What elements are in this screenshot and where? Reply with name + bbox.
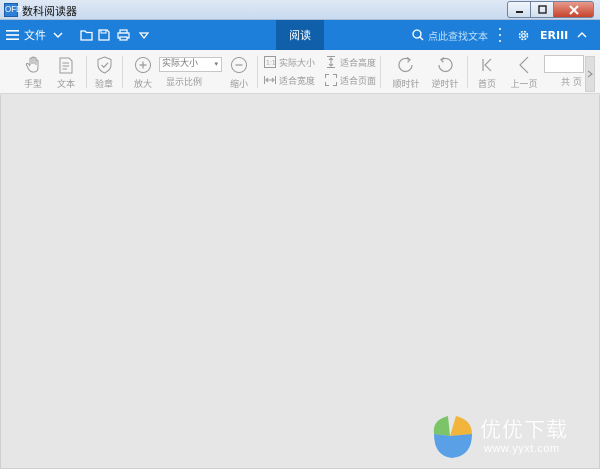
window-controls xyxy=(507,1,594,18)
search-icon xyxy=(412,29,424,41)
zoom-out-label: 缩小 xyxy=(229,80,248,90)
close-button[interactable] xyxy=(554,1,594,18)
file-menu-button[interactable]: 文件 xyxy=(6,20,63,50)
zoom-ratio-label: 显示比例 xyxy=(166,78,203,88)
minimize-button[interactable] xyxy=(507,1,531,18)
fit-height-icon xyxy=(327,56,335,68)
printer-icon xyxy=(117,29,130,41)
folder-icon xyxy=(80,30,93,41)
zoom-out-button[interactable]: 缩小 xyxy=(226,50,252,94)
select-arrow-icon: ▾ xyxy=(214,60,218,68)
close-icon xyxy=(568,4,579,15)
toolbar-divider xyxy=(86,56,87,88)
actual-size-button[interactable]: 1:1 实际大小 xyxy=(264,55,315,69)
hamburger-icon xyxy=(6,30,19,40)
svg-text:1:1: 1:1 xyxy=(266,60,276,67)
hand-tool-label: 手型 xyxy=(23,80,42,90)
file-menu-label: 文件 xyxy=(24,29,46,42)
zoom-in-label: 放大 xyxy=(133,80,152,90)
settings-button[interactable] xyxy=(517,20,530,50)
rotate-clockwise-label: 顺时针 xyxy=(392,80,420,90)
first-page-label: 首页 xyxy=(477,80,496,90)
chevron-left-icon xyxy=(519,56,529,74)
rotate-cw-icon xyxy=(398,57,413,73)
toolbar-divider xyxy=(257,56,258,88)
fit-page-label: 适合页面 xyxy=(340,76,377,87)
toolbar-divider xyxy=(467,56,468,88)
quick-access-dropdown[interactable] xyxy=(139,20,149,50)
verify-seal-button[interactable]: 验章 xyxy=(91,50,117,94)
rotate-counterclockwise-label: 逆时针 xyxy=(431,80,459,90)
rotate-clockwise-button[interactable]: 顺时针 xyxy=(390,50,422,94)
actual-size-label: 实际大小 xyxy=(279,58,316,69)
text-select-icon xyxy=(59,57,73,73)
main-menubar: 文件 阅读 点此查找文本 ERIII xyxy=(0,20,600,50)
collapse-ribbon-button[interactable] xyxy=(577,20,587,50)
app-icon: OFD xyxy=(4,3,22,17)
open-folder-button[interactable] xyxy=(80,20,93,50)
search-box[interactable]: 点此查找文本 xyxy=(412,20,488,50)
hand-tool-button[interactable]: 手型 xyxy=(20,50,46,94)
chevron-down-icon xyxy=(53,32,63,38)
toolbar-divider xyxy=(122,56,123,88)
toolbar-divider xyxy=(380,56,381,88)
text-tool-label: 文本 xyxy=(56,80,75,90)
shield-check-icon xyxy=(97,56,111,74)
first-page-button[interactable]: 首页 xyxy=(474,50,500,94)
zoom-select-value: 实际大小 xyxy=(162,59,199,69)
dropdown-triangle-icon xyxy=(139,32,149,39)
tab-read[interactable]: 阅读 xyxy=(276,20,324,50)
prev-page-button[interactable]: 上一页 xyxy=(508,50,540,94)
toolbar-scroll-right-button[interactable] xyxy=(585,56,595,92)
zoom-select[interactable]: 实际大小 ▾ xyxy=(159,57,222,72)
watermark-url: www.yyxt.com xyxy=(484,443,560,455)
total-pages-label: 共 页 xyxy=(561,78,582,88)
brand-logo: ERIII xyxy=(540,28,569,42)
watermark-brand: 优优下载 xyxy=(480,418,568,442)
zoom-out-icon xyxy=(231,57,247,73)
rotate-counterclockwise-button[interactable]: 逆时针 xyxy=(429,50,461,94)
fit-width-icon xyxy=(264,76,276,84)
window-titlebar: OFD 数科阅读器 xyxy=(0,0,600,20)
fit-height-button[interactable]: 适合高度 xyxy=(325,55,376,69)
watermark-logo-icon xyxy=(433,416,472,458)
print-button[interactable] xyxy=(117,20,130,50)
verify-seal-label: 验章 xyxy=(94,80,113,90)
watermark: 优优下载 www.yyxt.com xyxy=(428,410,600,464)
minimize-icon xyxy=(515,11,523,13)
fit-height-label: 适合高度 xyxy=(340,58,377,69)
actual-size-icon: 1:1 xyxy=(264,56,276,68)
text-tool-button[interactable]: 文本 xyxy=(53,50,79,94)
zoom-in-icon xyxy=(135,57,151,73)
gear-icon xyxy=(518,30,529,40)
chevron-up-icon xyxy=(577,32,587,38)
rotate-ccw-icon xyxy=(438,57,453,73)
page-number-input[interactable] xyxy=(544,55,584,73)
fit-page-button[interactable]: 适合页面 xyxy=(325,73,376,87)
chevron-right-icon xyxy=(587,70,593,78)
save-icon xyxy=(98,29,110,41)
maximize-icon xyxy=(537,5,547,14)
first-page-icon xyxy=(482,58,492,72)
prev-page-label: 上一页 xyxy=(510,80,538,90)
fit-page-icon xyxy=(325,74,337,86)
fit-width-label: 适合宽度 xyxy=(279,76,316,87)
zoom-in-button[interactable]: 放大 xyxy=(130,50,156,94)
maximize-button[interactable] xyxy=(531,1,554,18)
more-options-icon[interactable] xyxy=(498,28,502,42)
search-placeholder: 点此查找文本 xyxy=(428,31,488,43)
window-title: 数科阅读器 xyxy=(22,6,77,18)
fit-width-button[interactable]: 适合宽度 xyxy=(264,73,315,87)
save-button[interactable] xyxy=(98,20,110,50)
hand-icon xyxy=(25,56,39,73)
